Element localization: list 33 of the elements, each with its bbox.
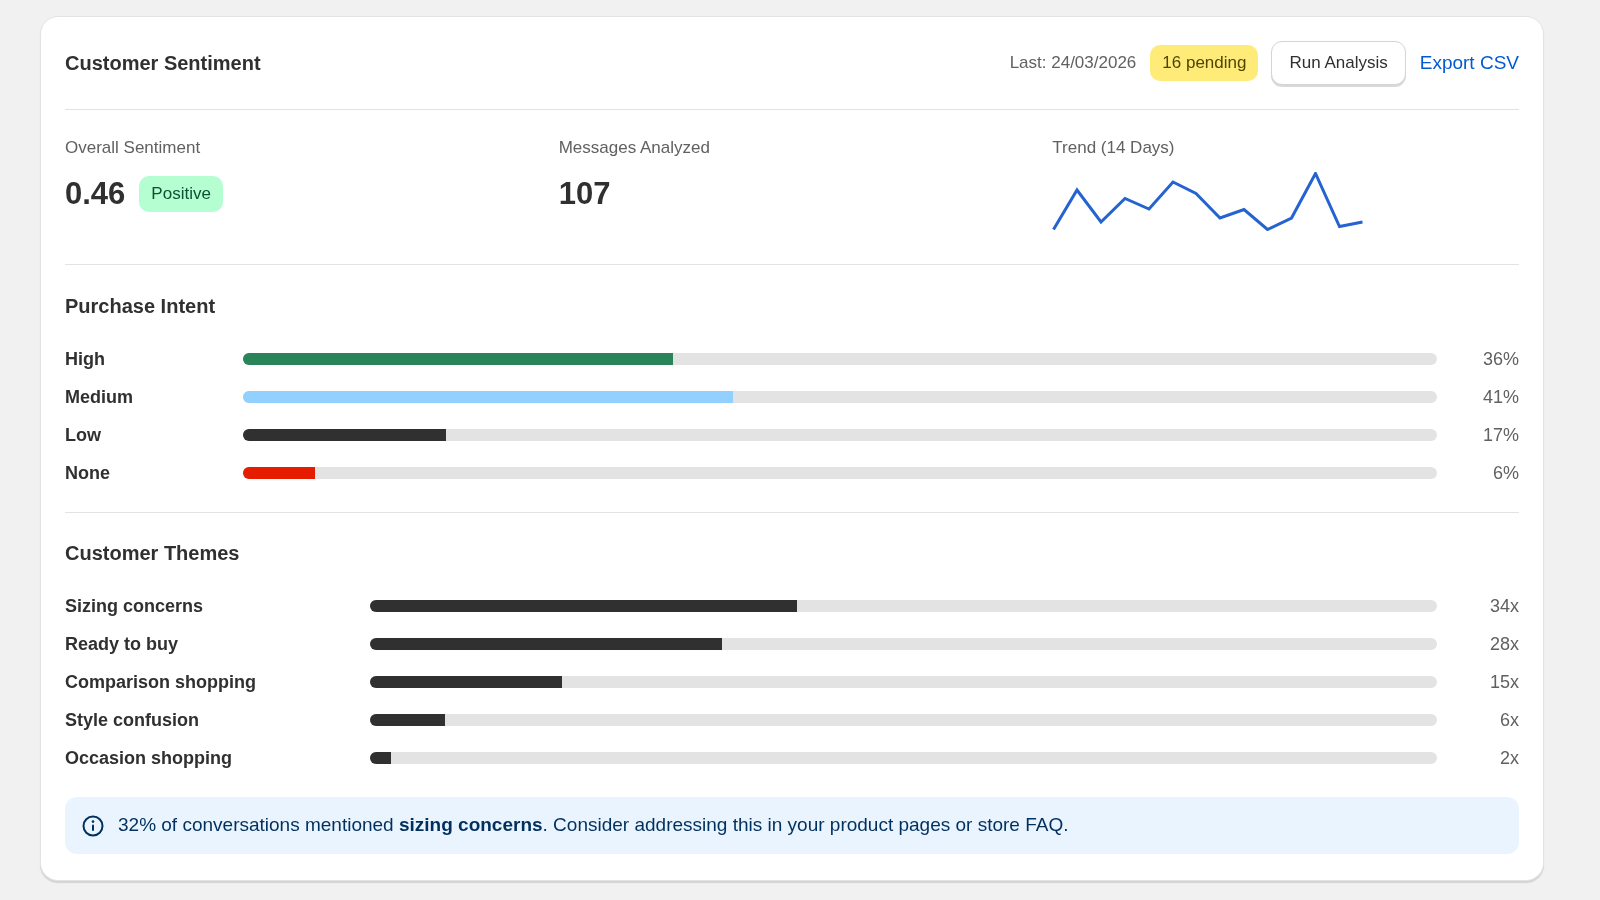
bar-label: Style confusion — [65, 708, 200, 732]
export-csv-link[interactable]: Export CSV — [1419, 48, 1519, 78]
insight-text: 32% of conversations mentioned sizing concerns. Consider addressing this in your product pages or store FAQ. — [118, 813, 1069, 838]
bar-label: Comparison shopping — [65, 670, 257, 694]
stat-label: Trend (14 Days) — [1052, 137, 1176, 159]
bar-label: Sizing concerns — [65, 594, 205, 618]
bar-value: 6% — [1493, 461, 1519, 485]
bar-label: High — [65, 347, 106, 371]
info-icon — [82, 814, 104, 837]
stat-value: 107 — [558, 176, 611, 212]
bar-value: 34x — [1489, 594, 1519, 618]
bar-label: Low — [65, 423, 102, 447]
pending-badge: 16 pending — [1150, 45, 1259, 81]
bar-value: 28x — [1489, 632, 1519, 656]
stat-label: Overall Sentiment — [65, 137, 202, 159]
last-run-date: Last: 24/03/2026 — [1009, 52, 1137, 75]
bar-value: 6x — [1500, 708, 1519, 732]
section-title: Customer Themes — [65, 541, 241, 565]
stat-value: 0.46 — [65, 176, 126, 212]
card-title: Customer Sentiment — [65, 51, 261, 75]
bar-label: Ready to buy — [65, 632, 180, 656]
bar-value: 41% — [1482, 385, 1519, 409]
run-analysis-button[interactable]: Run Analysis — [1271, 41, 1406, 85]
stat-label: Messages Analyzed — [558, 137, 711, 159]
bar-label: Occasion shopping — [65, 746, 234, 770]
bar-label: Medium — [65, 385, 134, 409]
bar-value: 15x — [1489, 670, 1519, 694]
bar-value: 2x — [1500, 746, 1519, 770]
sentiment-badge: Positive — [139, 176, 223, 212]
section-title: Purchase Intent — [65, 294, 217, 318]
bar-value: 17% — [1482, 423, 1519, 447]
bar-label: None — [65, 461, 111, 485]
bar-value: 36% — [1482, 347, 1519, 371]
